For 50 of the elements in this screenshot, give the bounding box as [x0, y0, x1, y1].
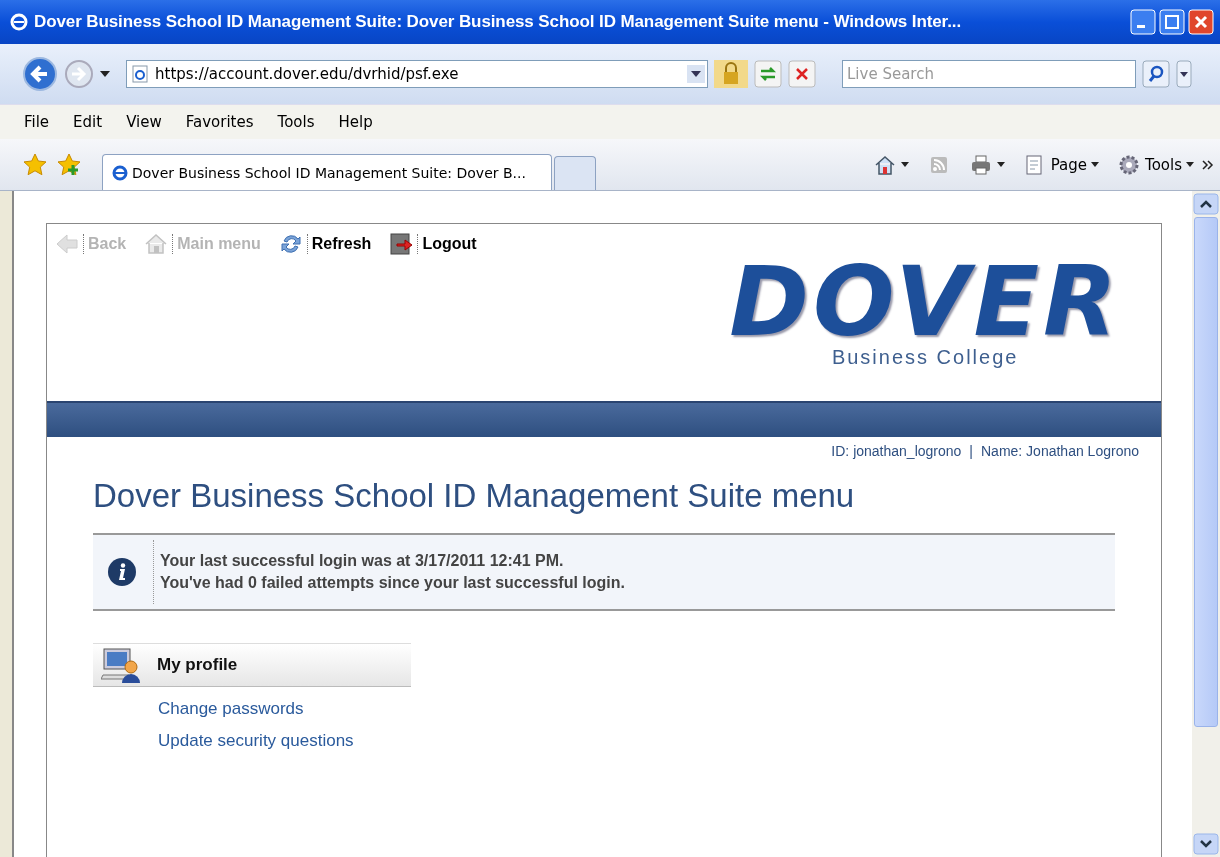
scroll-thumb[interactable]: [1194, 217, 1218, 727]
address-field[interactable]: https://account.dover.edu/dvrhid/psf.exe: [126, 60, 708, 88]
caret-icon: [1091, 161, 1100, 168]
add-favorite-icon[interactable]: [56, 151, 82, 178]
lock-icon: [714, 60, 748, 88]
menu-item[interactable]: View: [126, 113, 162, 131]
separator: |: [969, 443, 973, 459]
dropdown-icon[interactable]: [100, 70, 110, 78]
dropdown-icon[interactable]: [687, 65, 705, 83]
search-button[interactable]: [1142, 60, 1170, 88]
user-id: ID: jonathan_logrono: [831, 443, 962, 459]
dropdown-icon[interactable]: [1176, 60, 1192, 88]
window-title: Dover Business School ID Management Suite: Dover Business School ID Management Suite menu - Windows Inter...: [34, 12, 963, 32]
exit-door-icon: [389, 232, 414, 256]
browser-tab[interactable]: Dover Business School ID Management Suite: Dover B...: [102, 154, 552, 190]
logout-link[interactable]: Logout: [389, 232, 477, 256]
maximize-button[interactable]: [1159, 9, 1185, 35]
menu-item[interactable]: File: [24, 113, 50, 131]
star-icon[interactable]: [22, 151, 48, 178]
left-arrow-icon: [55, 232, 79, 256]
menu-item[interactable]: Tools: [277, 113, 315, 131]
caret-icon: [1186, 161, 1194, 168]
vertical-scrollbar[interactable]: [1192, 191, 1220, 857]
chevron-icon[interactable]: [1202, 158, 1214, 171]
menu-item[interactable]: Favorites: [185, 113, 254, 131]
scroll-up-button[interactable]: [1193, 193, 1219, 215]
caret-icon: [900, 161, 909, 168]
page-menu-button[interactable]: Page: [1022, 152, 1100, 177]
tools-menu-button[interactable]: Tools: [1117, 152, 1194, 177]
stop-icon[interactable]: [788, 60, 816, 88]
caret-icon: [996, 161, 1005, 168]
info-icon: [107, 557, 137, 587]
page-heading: Dover Business School ID Management Suite menu: [93, 477, 856, 515]
notice-text: You've had 0 failed attempts since your last successful login.: [160, 573, 625, 593]
refresh-arrows-icon[interactable]: [754, 60, 782, 88]
menu-link[interactable]: Update security questions: [158, 731, 354, 751]
menu-item[interactable]: Help: [338, 113, 373, 131]
scroll-down-button[interactable]: [1193, 833, 1219, 855]
house-icon: [144, 232, 169, 256]
refresh-link[interactable]: Refresh: [278, 232, 372, 256]
refresh-icon: [278, 232, 303, 256]
close-button[interactable]: [1188, 9, 1214, 35]
notice-text: Your last successful login was at 3/17/2011 12:41 PM.: [160, 551, 565, 571]
user-name: Name: Jonathan Logrono: [981, 443, 1139, 459]
minimize-button[interactable]: [1130, 9, 1156, 35]
menu-item[interactable]: Edit: [73, 113, 103, 131]
search-field[interactable]: Live Search: [842, 60, 1136, 88]
menu-link[interactable]: Change passwords: [158, 699, 304, 719]
section-title: My profile: [157, 655, 238, 675]
back-button[interactable]: [22, 56, 58, 92]
